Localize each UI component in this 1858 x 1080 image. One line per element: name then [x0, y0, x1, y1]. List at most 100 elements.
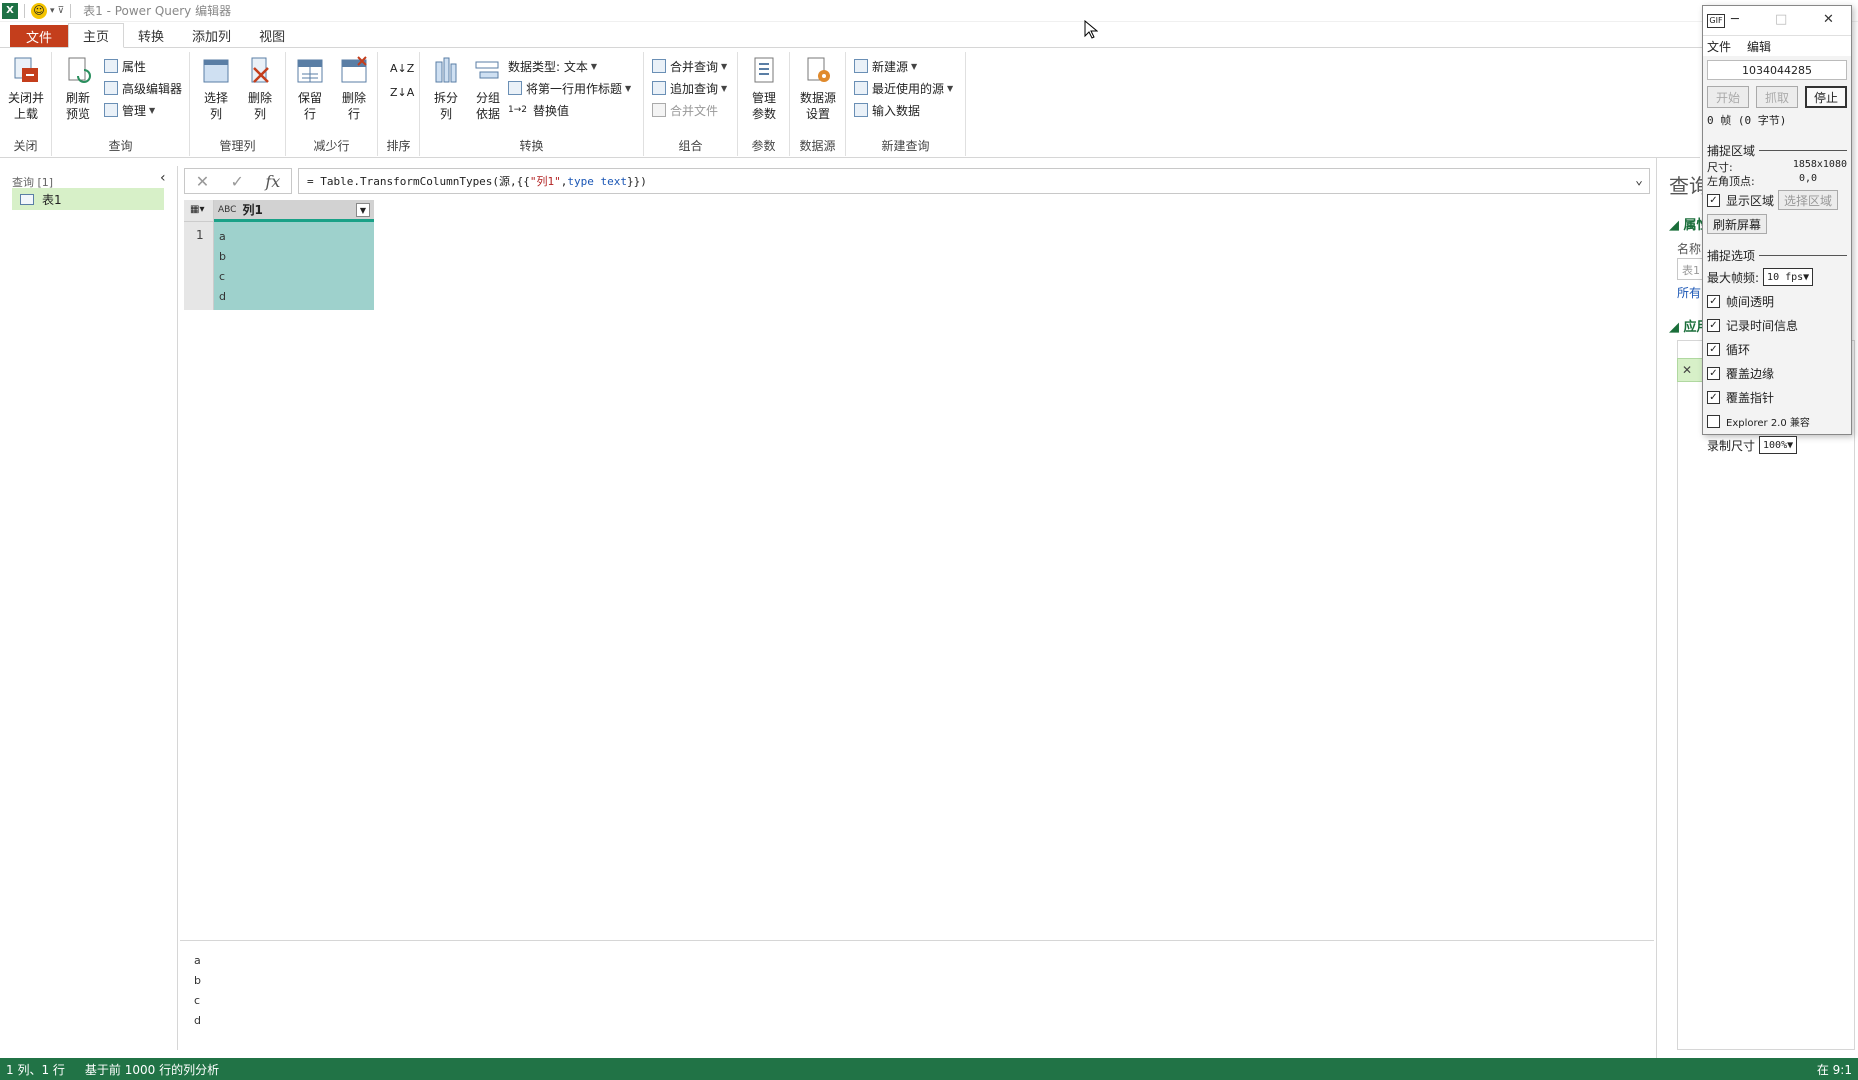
cancel-icon[interactable]: ✕ — [196, 172, 209, 191]
close-icon[interactable]: ✕ — [1823, 12, 1834, 27]
tab-file[interactable]: 文件 — [10, 25, 69, 47]
properties-label: 属性 — [122, 59, 147, 74]
text-type-icon[interactable]: ABC — [218, 205, 236, 215]
split-column-label: 拆分 列 — [433, 91, 458, 121]
data-source-settings-button[interactable]: 数据源 设置 — [796, 56, 840, 128]
keep-rows-icon — [297, 59, 323, 83]
choose-columns-button[interactable]: 选择 列 — [194, 56, 238, 128]
group-label-close: 关闭 — [13, 139, 38, 153]
status-profiling[interactable]: 基于前 1000 行的列分析 — [85, 1061, 219, 1078]
cell-value: d — [219, 290, 226, 303]
group-by-button[interactable]: 分组 依据 — [466, 56, 510, 128]
check-icon[interactable]: ✓ — [231, 172, 244, 191]
sort-ascending-button[interactable]: A↓Z — [390, 58, 414, 78]
smiley-icon[interactable]: ☺ — [31, 2, 47, 19]
customize-toolbar-icon[interactable]: ⊽ — [58, 6, 65, 16]
enter-data-button[interactable]: 输入数据 — [854, 100, 920, 120]
sort-descending-button[interactable]: Z↓A — [390, 82, 414, 102]
refresh-screen-row: 刷新屏幕 — [1707, 213, 1847, 235]
start-button[interactable]: 开始 — [1707, 86, 1749, 108]
manage-button[interactable]: 管理 ▼ — [104, 100, 155, 120]
advanced-editor-label: 高级编辑器 — [122, 81, 183, 96]
group-label-new-query: 新建查询 — [881, 139, 930, 153]
preview-value: d — [194, 1014, 201, 1027]
new-source-button[interactable]: 新建源 ▼ — [854, 56, 917, 76]
append-queries-label: 追加查询 — [670, 81, 719, 96]
tab-home[interactable]: 主页 — [68, 23, 125, 48]
menu-file[interactable]: 文件 — [1707, 38, 1731, 55]
close-and-load-button[interactable]: 关闭并 上载 — [4, 56, 48, 128]
first-row-header-button[interactable]: 将第一行用作标题 ▼ — [508, 78, 631, 98]
transparent-checkbox[interactable]: ✓ — [1707, 294, 1720, 308]
topleft-row: 左角顶点: 0,0 — [1707, 173, 1847, 188]
filter-dropdown-icon[interactable]: ▼ — [356, 203, 370, 217]
merge-queries-button[interactable]: 合并查询 ▼ — [652, 56, 727, 76]
query-item[interactable]: 表1 — [12, 188, 164, 210]
timestamp-checkbox[interactable]: ✓ — [1707, 318, 1720, 332]
recent-sources-button[interactable]: 最近使用的源 ▼ — [854, 78, 953, 98]
refresh-preview-button[interactable]: 刷新 预览 — [56, 56, 100, 128]
data-type-dropdown[interactable]: 数据类型: 文本 ▼ — [508, 56, 597, 76]
chevron-down-icon: ▼ — [947, 83, 954, 93]
remove-columns-button[interactable]: 删除 列 — [238, 56, 282, 128]
show-region-checkbox[interactable]: ✓ — [1707, 193, 1720, 207]
pointer-checkbox[interactable]: ✓ — [1707, 390, 1720, 404]
menu-edit[interactable]: 编辑 — [1747, 38, 1771, 55]
formula-bar[interactable]: = Table.TransformColumnTypes(源,{{"列1", t… — [298, 168, 1650, 194]
delete-step-icon[interactable]: ✕ — [1682, 363, 1692, 377]
properties-button[interactable]: 属性 — [104, 56, 146, 76]
keep-rows-button[interactable]: 保留 行 — [288, 56, 332, 128]
title-separator-2 — [70, 3, 72, 18]
capture-button[interactable]: 抓取 — [1756, 86, 1798, 108]
fx-icon[interactable]: fx — [265, 172, 280, 191]
column-header[interactable]: ABC 列1 ▼ — [214, 200, 374, 222]
tab-transform[interactable]: 转换 — [124, 23, 178, 47]
group-label-sort: 排序 — [386, 139, 411, 153]
data-type-label: 数据类型: 文本 — [508, 59, 588, 74]
group-by-icon — [475, 61, 499, 79]
replace-values-button[interactable]: 1→2 替换值 — [508, 100, 569, 120]
collapse-chevron-icon[interactable]: ‹ — [160, 170, 166, 186]
preview-value: a — [194, 954, 201, 967]
refresh-screen-button[interactable]: 刷新屏幕 — [1707, 214, 1768, 234]
expand-formula-icon[interactable]: ⌄ — [1635, 173, 1643, 188]
group-parameters: 管理 参数 参数 — [738, 52, 790, 156]
value-preview-pane: a b c d — [180, 940, 1654, 1058]
size-row: 尺寸: 1858x1080 — [1707, 159, 1847, 174]
record-size-select[interactable]: 100% ▼ — [1759, 436, 1798, 454]
group-sort: A↓Z Z↓A 排序 — [378, 52, 420, 156]
split-column-icon — [435, 57, 457, 83]
explorer-checkbox[interactable] — [1707, 414, 1720, 428]
tab-view[interactable]: 视图 — [245, 23, 299, 47]
chevron-down-icon[interactable]: ▾ — [50, 6, 55, 16]
loop-checkbox[interactable]: ✓ — [1707, 342, 1720, 356]
tab-add-column[interactable]: 添加列 — [178, 23, 245, 47]
all-properties-link[interactable]: 所有 — [1677, 284, 1701, 301]
max-fps-select[interactable]: 10 fps ▼ — [1763, 268, 1814, 286]
manage-parameters-button[interactable]: 管理 参数 — [742, 56, 786, 128]
new-source-label: 新建源 — [872, 59, 909, 74]
advanced-editor-button[interactable]: 高级编辑器 — [104, 78, 182, 98]
recorder-id-field[interactable]: 1034044285 — [1707, 60, 1847, 80]
split-column-button[interactable]: 拆分 列 — [424, 56, 468, 128]
recorder-controls: 开始 抓取 停止 — [1707, 86, 1847, 108]
excel-icon[interactable]: X — [2, 2, 18, 19]
stop-button[interactable]: 停止 — [1805, 86, 1847, 108]
screen-recorder-window: GIF ─ □ ✕ 文件 编辑 1034044285 开始 抓取 停止 0 帧 … — [1702, 5, 1852, 454]
remove-rows-icon — [341, 56, 367, 83]
append-queries-button[interactable]: 追加查询 ▼ — [652, 78, 727, 98]
border-checkbox[interactable]: ✓ — [1707, 366, 1720, 380]
title-separator — [24, 3, 25, 18]
maximize-icon[interactable]: □ — [1775, 12, 1787, 27]
combine-files-label: 合并文件 — [670, 103, 719, 118]
capture-options-group: 捕捉选项 — [1707, 247, 1847, 264]
select-region-button[interactable]: 选择区域 — [1778, 190, 1839, 210]
combine-files-button[interactable]: 合并文件 — [652, 100, 718, 120]
chevron-down-icon: ▼ — [911, 61, 918, 71]
table-menu-button[interactable]: ▦▾ — [184, 200, 214, 222]
remove-rows-button[interactable]: 删除 行 — [332, 56, 376, 128]
append-icon — [652, 81, 666, 95]
preview-value: b — [194, 974, 201, 987]
minimize-icon[interactable]: ─ — [1731, 12, 1739, 27]
table-cell[interactable]: a b c d — [214, 222, 374, 310]
